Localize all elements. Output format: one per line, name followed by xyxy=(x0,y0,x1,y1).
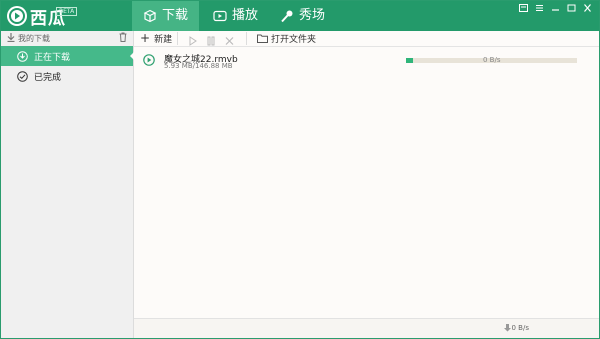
play-circle-icon[interactable] xyxy=(143,54,155,66)
tab-show[interactable]: 秀场 xyxy=(280,1,340,31)
delete-icon[interactable] xyxy=(225,34,234,48)
tab-download[interactable]: 下载 xyxy=(132,1,199,31)
task-progress-fill xyxy=(406,58,413,63)
app-logo-icon xyxy=(7,6,27,26)
task-size: 5.93 MB/146.88 MB xyxy=(164,62,233,70)
new-task-button[interactable]: + 新建 xyxy=(140,31,172,45)
window-controls xyxy=(518,4,593,13)
total-download-speed: 0 B/s xyxy=(503,324,530,332)
tab-play-label: 播放 xyxy=(232,8,259,23)
tab-download-label: 下载 xyxy=(161,8,188,23)
open-folder-label: 打开文件夹 xyxy=(271,34,317,45)
status-bar: 0 B/s xyxy=(134,318,599,338)
beta-badge: BETA xyxy=(56,7,78,16)
sidebar-header: 我的下载 xyxy=(1,31,133,45)
sidebar-item-completed-label: 已完成 xyxy=(34,72,62,83)
title-bar: 西瓜 BETA 下载 播放 秀场 xyxy=(1,1,599,31)
app-window: 西瓜 BETA 下载 播放 秀场 我的下载 正在下载 已完成 + 新建 打开文件… xyxy=(0,0,600,339)
trash-icon[interactable] xyxy=(119,32,127,42)
start-icon[interactable] xyxy=(189,34,197,48)
sidebar: 我的下载 正在下载 已完成 xyxy=(1,31,134,338)
sidebar-item-downloading[interactable]: 正在下载 xyxy=(1,46,134,66)
maximize-icon[interactable] xyxy=(566,4,577,13)
download-arrow-icon xyxy=(503,324,511,332)
sidebar-header-label: 我的下载 xyxy=(18,34,50,43)
check-circle-icon xyxy=(17,70,28,82)
toolbar-divider xyxy=(177,32,178,45)
plus-icon: + xyxy=(140,31,151,45)
open-folder-button[interactable]: 打开文件夹 xyxy=(257,31,316,45)
download-circle-icon xyxy=(17,50,28,62)
box-download-icon xyxy=(143,9,157,23)
sidebar-item-downloading-label: 正在下载 xyxy=(34,52,71,63)
play-screen-icon xyxy=(213,10,227,22)
close-icon[interactable] xyxy=(582,4,593,13)
skin-icon[interactable] xyxy=(518,4,529,13)
download-arrow-icon xyxy=(7,33,15,42)
total-speed-value: 0 B/s xyxy=(511,324,530,332)
microphone-icon xyxy=(281,10,293,23)
tab-show-label: 秀场 xyxy=(299,8,326,23)
pause-icon[interactable] xyxy=(207,34,215,48)
minimize-icon[interactable] xyxy=(550,4,561,13)
task-row[interactable]: 魔女之城22.rmvb 5.93 MB/146.88 MB 0 B/s xyxy=(134,47,599,73)
tab-play[interactable]: 播放 xyxy=(213,1,273,31)
folder-icon xyxy=(257,34,268,43)
toolbar: + 新建 打开文件夹 xyxy=(134,31,599,47)
new-task-label: 新建 xyxy=(154,34,173,45)
toolbar-divider xyxy=(246,32,247,45)
menu-icon[interactable] xyxy=(534,4,545,13)
task-speed: 0 B/s xyxy=(483,56,501,64)
sidebar-item-completed[interactable]: 已完成 xyxy=(1,66,133,86)
